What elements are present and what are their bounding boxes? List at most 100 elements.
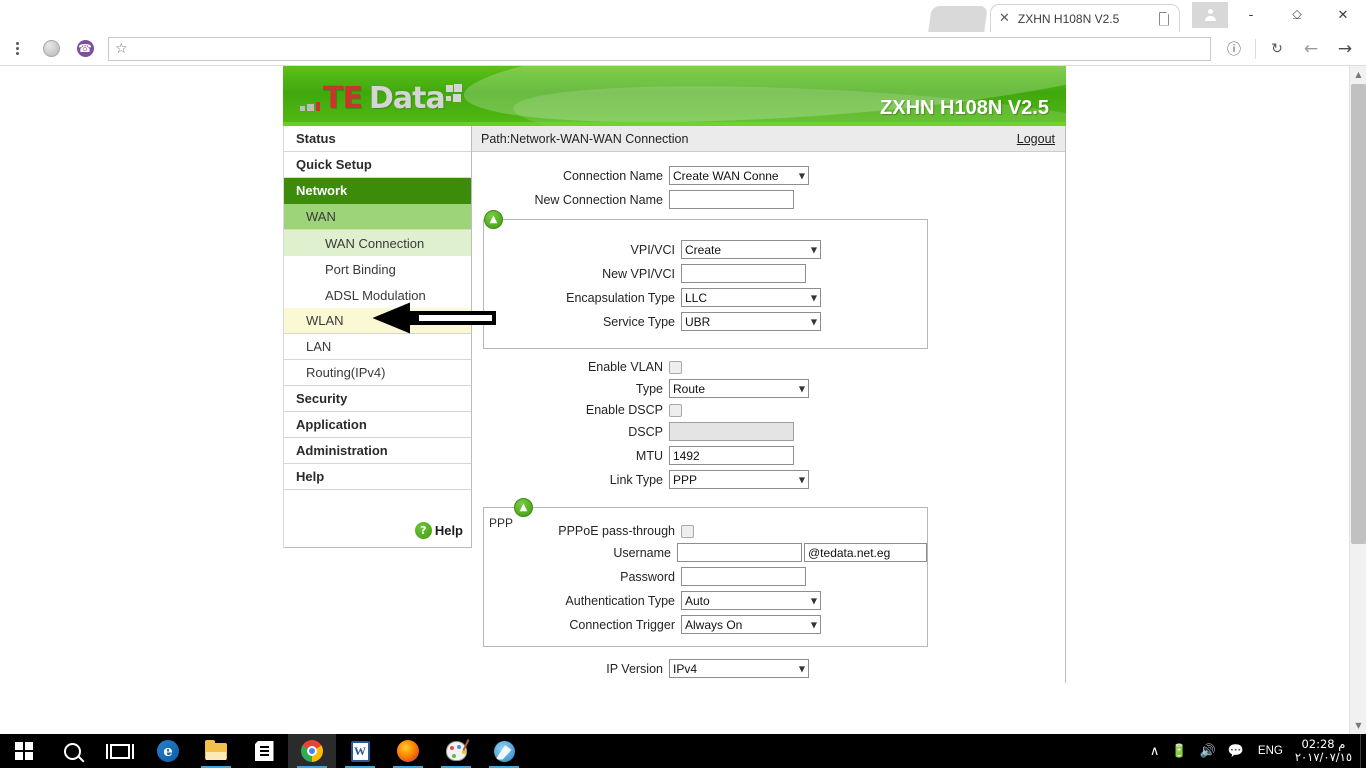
tab-title: ZXHN H108N V2.5	[1017, 11, 1120, 26]
encapsulation-type-label: Encapsulation Type	[566, 290, 675, 305]
word-button[interactable]: W	[336, 734, 384, 768]
tab-close-icon[interactable]: ✕	[999, 12, 1010, 25]
type-select[interactable]: Route ▼	[669, 379, 809, 398]
sidebar-item-wan[interactable]: WAN	[284, 204, 471, 230]
search-button[interactable]	[48, 734, 96, 768]
clock-date: ٢٠١٧/٠٧/١٥	[1294, 750, 1352, 764]
service-type-select[interactable]: UBR ▼	[681, 312, 821, 331]
vpi-vci-select[interactable]: Create ▼	[681, 240, 821, 259]
show-desktop-button[interactable]	[1360, 734, 1366, 768]
task-view-button[interactable]	[96, 734, 144, 768]
system-tray: ∧ 🔋 🔊 💬 ENG 02:28 م ٢٠١٧/٠٧/١٥	[1144, 734, 1366, 768]
browser-tab[interactable]: ✕ ZXHN H108N V2.5	[990, 4, 1180, 32]
microsoft-store-button[interactable]	[240, 734, 288, 768]
authentication-type-select[interactable]: Auto ▼	[681, 591, 821, 610]
ppp-settings-panel: PPP ▲ PPPoE pass-through Username @tedat…	[483, 498, 928, 647]
connection-trigger-select[interactable]: Always On ▼	[681, 615, 821, 634]
page-scrollbar[interactable]: ▲ ▼	[1349, 66, 1366, 734]
minimize-button[interactable]: -	[1228, 0, 1274, 30]
sidebar-item-help[interactable]: Help	[284, 464, 471, 490]
logout-link[interactable]: Logout	[1017, 132, 1055, 146]
reload-icon[interactable]: ↻	[1263, 35, 1291, 63]
atm-settings-panel: ▲ VPI/VCI Create ▼ New VPI/VCI Encapsula…	[483, 210, 928, 349]
enable-dscp-checkbox[interactable]	[669, 403, 682, 417]
username-input[interactable]	[677, 543, 802, 562]
scroll-down-icon[interactable]: ▼	[1350, 717, 1366, 734]
sidebar-item-quick-setup[interactable]: Quick Setup	[284, 152, 471, 178]
browser-chrome: ✕ ZXHN H108N V2.5 - ⎐ ✕ ☆ ⓘ ↻ ← →	[0, 0, 1366, 66]
type-value: Route	[673, 381, 706, 396]
sidebar-item-lan[interactable]: LAN	[284, 334, 471, 360]
link-type-select[interactable]: PPP ▼	[669, 470, 809, 489]
encapsulation-type-select[interactable]: LLC ▼	[681, 288, 821, 307]
new-vpi-vci-input[interactable]	[681, 264, 806, 283]
sidebar-item-network[interactable]: Network	[284, 178, 471, 204]
scroll-up-icon[interactable]: ▲	[1350, 66, 1366, 83]
connection-name-value: Create WAN Conne	[673, 168, 779, 183]
page-info-icon[interactable]: ⓘ	[1220, 35, 1248, 63]
battery-icon[interactable]: 🔋	[1165, 744, 1193, 759]
chevron-down-icon: ▼	[810, 245, 817, 254]
back-icon[interactable]: ←	[1297, 35, 1325, 63]
close-window-button[interactable]: ✕	[1320, 0, 1366, 30]
clock[interactable]: 02:28 م ٢٠١٧/٠٧/١٥	[1291, 734, 1360, 768]
swift-button[interactable]	[480, 734, 528, 768]
chevron-up-icon[interactable]: ▲	[484, 210, 503, 229]
bookmark-star-icon[interactable]: ☆	[115, 42, 128, 56]
link-type-value: PPP	[673, 472, 698, 487]
enable-vlan-label: Enable VLAN	[587, 360, 663, 374]
scrollbar-thumb[interactable]	[1351, 84, 1366, 544]
paint-button[interactable]	[432, 734, 480, 768]
maximize-restore-button[interactable]: ⎐	[1274, 0, 1320, 30]
sidebar-item-application[interactable]: Application	[284, 412, 471, 438]
field-new-connection-name: New Connection Name	[472, 190, 1065, 209]
connection-name-select[interactable]: Create WAN Conne ▼	[669, 166, 809, 185]
field-pppoe-passthrough: PPPoE pass-through	[484, 524, 927, 538]
mtu-input[interactable]: 1492	[669, 446, 794, 465]
viber-extension-icon[interactable]	[71, 35, 99, 63]
address-bar[interactable]: ☆	[108, 36, 1211, 61]
chrome-menu-icon[interactable]	[3, 35, 31, 63]
language-indicator[interactable]: ENG	[1250, 745, 1291, 757]
sidebar-item-wan-connection[interactable]: WAN Connection	[284, 230, 471, 256]
content-panel: Path:Network-WAN-WAN Connection Logout C…	[472, 126, 1066, 683]
start-button[interactable]	[0, 734, 48, 768]
volume-icon[interactable]: 🔊	[1194, 744, 1222, 759]
sidebar-item-status[interactable]: Status	[284, 126, 471, 152]
edge-button[interactable]: e	[144, 734, 192, 768]
sidebar-item-administration[interactable]: Administration	[284, 438, 471, 464]
router-body: Status Quick Setup Network WAN WAN Conne…	[283, 126, 1066, 683]
sidebar-item-routing-ipv4[interactable]: Routing(IPv4)	[284, 360, 471, 386]
pppoe-passthrough-checkbox[interactable]	[681, 524, 694, 538]
password-input[interactable]	[681, 567, 806, 586]
search-icon	[63, 742, 81, 760]
field-new-vpi-vci: New VPI/VCI	[484, 264, 927, 283]
help-button[interactable]: ? Help	[414, 522, 463, 539]
forward-icon[interactable]: →	[1331, 35, 1359, 63]
chrome-button[interactable]	[288, 734, 336, 768]
field-vpi-vci: VPI/VCI Create ▼	[484, 240, 927, 259]
globe-extension-icon[interactable]	[37, 35, 65, 63]
file-explorer-button[interactable]	[192, 734, 240, 768]
enable-vlan-checkbox[interactable]	[669, 360, 682, 374]
sidebar-item-security[interactable]: Security	[284, 386, 471, 412]
show-hidden-icons-button[interactable]: ∧	[1144, 744, 1166, 759]
field-link-type: Link Type PPP ▼	[472, 470, 1065, 489]
notifications-icon[interactable]: 💬	[1222, 744, 1250, 759]
new-connection-name-input[interactable]	[669, 190, 794, 209]
chevron-down-icon: ▼	[798, 475, 805, 484]
chevron-down-icon: ▼	[810, 596, 817, 605]
page-icon	[1157, 11, 1171, 27]
field-connection-name: Connection Name Create WAN Conne ▼	[472, 166, 1065, 185]
toolbar-divider	[1255, 38, 1256, 59]
logo-squares-icon	[445, 84, 468, 114]
chevron-up-icon[interactable]: ▲	[514, 498, 533, 517]
general-settings-group: Enable VLAN Type Route ▼ Enable DSCP DSC…	[472, 360, 1065, 489]
dscp-label: DSCP	[628, 424, 663, 439]
sidebar-item-adsl-modulation[interactable]: ADSL Modulation	[284, 282, 471, 308]
sidebar-item-port-binding[interactable]: Port Binding	[284, 256, 471, 282]
ip-version-select[interactable]: IPv4 ▼	[669, 659, 809, 678]
profile-icon[interactable]	[1192, 2, 1228, 28]
sidebar-item-wlan[interactable]: WLAN	[284, 308, 471, 334]
firefox-button[interactable]	[384, 734, 432, 768]
